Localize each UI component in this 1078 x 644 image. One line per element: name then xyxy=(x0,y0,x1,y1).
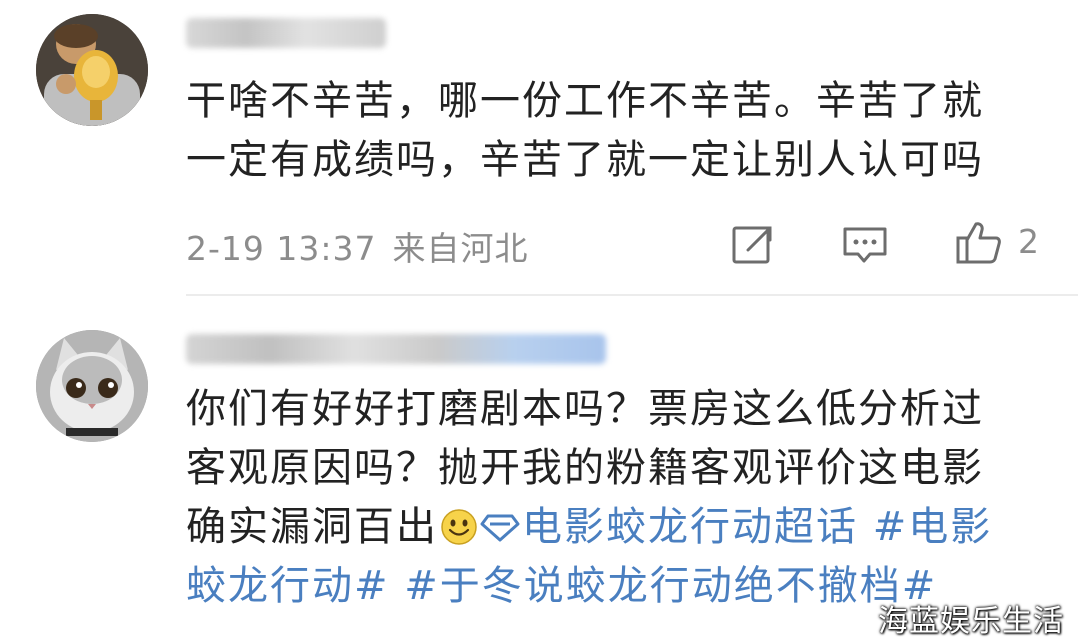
username-blurred[interactable] xyxy=(186,334,606,364)
supertopic-diamond-icon xyxy=(480,514,520,542)
comment-line: 你们有好好打磨剧本吗？票房这么低分析过 xyxy=(186,386,984,432)
comment-line-text: 确实漏洞百出 xyxy=(186,504,438,550)
comment-line: 确实漏洞百出 电影蛟龙行动超话 #电影 xyxy=(186,498,1056,557)
comment-item: 你们有好好打磨剧本吗？票房这么低分析过 客观原因吗？抛开我的粉籍客观评价这电影 … xyxy=(0,0,1078,644)
comment-line: 客观原因吗？抛开我的粉籍客观评价这电影 xyxy=(186,445,984,491)
comment-text: 你们有好好打磨剧本吗？票房这么低分析过 客观原因吗？抛开我的粉籍客观评价这电影 … xyxy=(186,380,1056,616)
watermark: 海蓝娱乐生活 xyxy=(878,604,1064,639)
smile-emoji-icon xyxy=(441,509,477,545)
hashtag-link[interactable]: #电影 xyxy=(873,504,993,550)
cat-avatar-icon xyxy=(36,330,148,442)
supertopic-label: 电影蛟龙行动超话 xyxy=(522,504,858,550)
hashtag-link[interactable]: #于冬说蛟龙行动绝不撤档# xyxy=(404,563,937,609)
avatar[interactable] xyxy=(36,330,148,442)
supertopic-link[interactable]: 电影蛟龙行动超话 xyxy=(480,504,858,550)
hashtag-link[interactable]: 蛟龙行动# xyxy=(186,563,390,609)
